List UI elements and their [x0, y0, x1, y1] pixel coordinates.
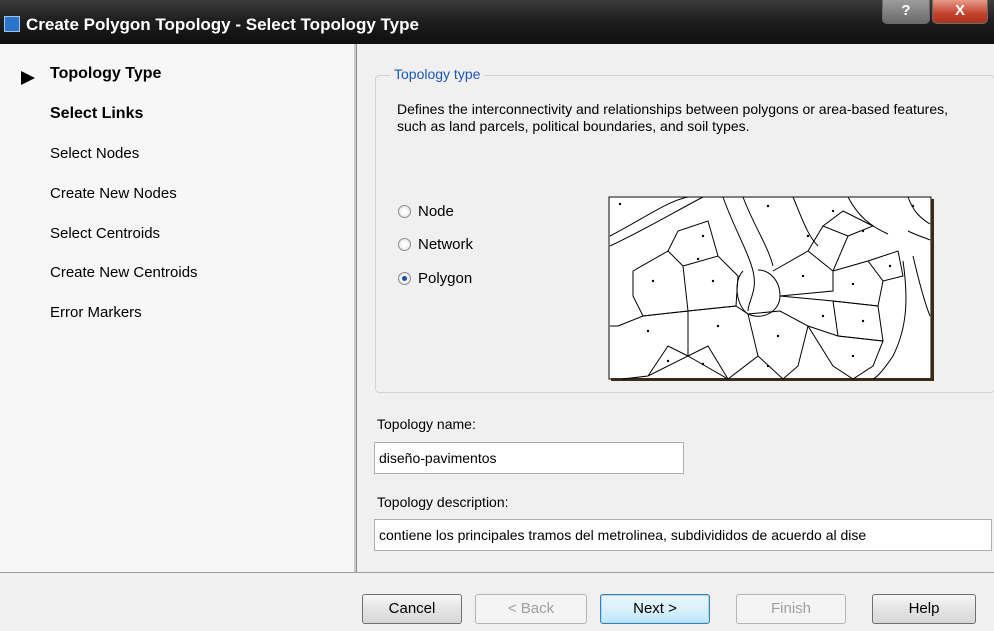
topology-type-group-label: Topology type [390, 66, 485, 82]
title-bar: Create Polygon Topology - Select Topolog… [0, 0, 994, 44]
topology-description-label: Topology description: [377, 494, 509, 510]
topology-app-icon [4, 16, 20, 32]
panel-divider [354, 44, 357, 572]
step-create-new-centroids[interactable]: Create New Centroids [50, 264, 198, 281]
radio-node-indicator[interactable] [398, 205, 411, 218]
help-button[interactable]: Help [872, 594, 976, 624]
step-select-centroids[interactable]: Select Centroids [50, 225, 160, 242]
back-button[interactable]: < Back [475, 594, 587, 624]
window-title: Create Polygon Topology - Select Topolog… [26, 15, 419, 34]
step-select-links[interactable]: Select Links [50, 105, 143, 123]
topology-name-input[interactable]: diseño-pavimentos [374, 442, 684, 474]
finish-button[interactable]: Finish [736, 594, 846, 624]
current-step-arrow-icon [21, 71, 35, 85]
step-error-markers[interactable]: Error Markers [50, 304, 142, 321]
radio-network[interactable]: Network [398, 236, 473, 253]
topology-description-input[interactable]: contiene los principales tramos del metr… [374, 519, 992, 551]
step-select-nodes[interactable]: Select Nodes [50, 145, 139, 162]
polygon-topology-illustration [608, 196, 934, 381]
topology-name-label: Topology name: [377, 416, 476, 432]
close-button[interactable]: X [932, 0, 988, 24]
step-topology-type[interactable]: Topology Type [50, 65, 161, 83]
radio-node[interactable]: Node [398, 203, 454, 220]
radio-polygon-indicator[interactable] [398, 272, 411, 285]
radio-polygon-label: Polygon [418, 270, 473, 287]
radio-polygon[interactable]: Polygon [398, 270, 472, 287]
radio-network-indicator[interactable] [398, 238, 411, 251]
radio-node-label: Node [418, 203, 454, 220]
step-create-new-nodes[interactable]: Create New Nodes [50, 185, 177, 202]
cancel-button[interactable]: Cancel [362, 594, 462, 624]
next-button[interactable]: Next > [600, 594, 710, 624]
radio-network-label: Network [418, 236, 474, 253]
topology-type-description: Defines the interconnectivity and relati… [397, 101, 948, 134]
title-help-button[interactable]: ? [882, 0, 930, 24]
